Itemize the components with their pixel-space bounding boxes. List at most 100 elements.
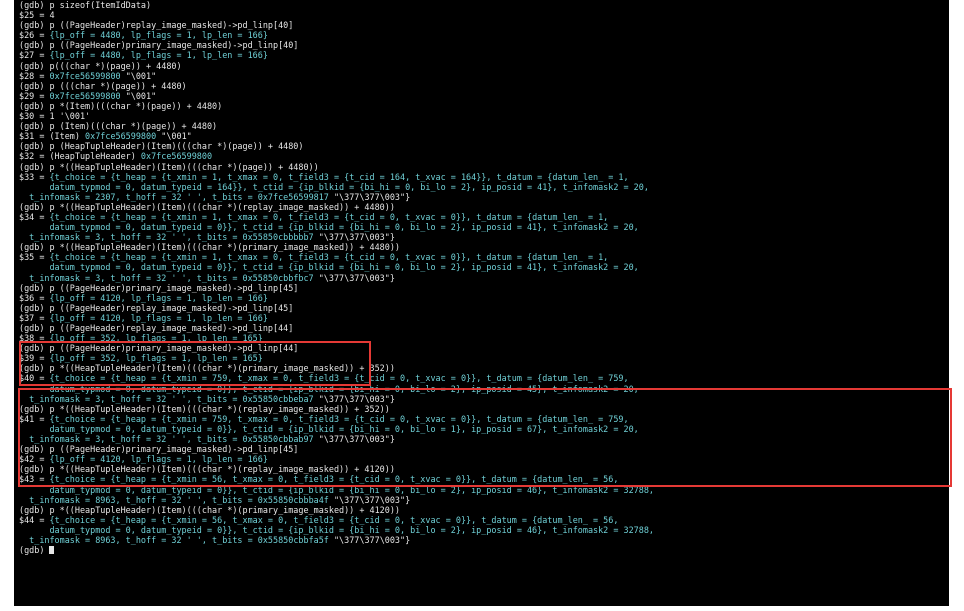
terminal-line: datum_typmod = 0, datum_typeid = 0}}, t_… xyxy=(19,262,949,272)
value-text: {t_choice = {t_heap = {t_xmin = 759, t_x… xyxy=(49,373,629,384)
value-text: {t_choice = {t_heap = {t_xmin = 56, t_xm… xyxy=(49,514,619,525)
terminal-line: t_infomask = 3, t_hoff = 32 ' ', t_bits … xyxy=(19,394,949,404)
command-text: (gdb) p *((HeapTupleHeader)(Item)(((char… xyxy=(19,242,400,253)
terminal-line: $33 = {t_choice = {t_heap = {t_xmin = 1,… xyxy=(19,172,949,182)
terminal-line: t_infomask = 3, t_hoff = 32 ' ', t_bits … xyxy=(19,232,949,242)
value-text: 0x7fce56599800 xyxy=(49,70,121,81)
value-text: datum_typmod = 0, datum_typeid = 0}}, t_… xyxy=(19,222,639,233)
command-text: "\377\377\003"} xyxy=(313,393,395,404)
value-text: t_infomask = 2307, t_hoff = 32 ' ', t_bi… xyxy=(19,191,258,202)
command-text: (gdb) p ((PageHeader)replay_image_masked… xyxy=(19,323,294,333)
terminal-line: $32 = (HeapTupleHeader) 0x7fce56599800 xyxy=(19,151,949,161)
terminal-line: (gdb) p ((PageHeader)replay_image_masked… xyxy=(19,20,949,30)
terminal-line: (gdb) p ((PageHeader)replay_image_masked… xyxy=(19,303,949,313)
terminal-line: datum_typmod = 0, datum_typeid = 0}}, t_… xyxy=(19,424,949,434)
terminal-line: (gdb) p *((HeapTupleHeader)(Item)(((char… xyxy=(19,505,949,515)
value-text: t_infomask = 3, t_hoff = 32 ' ', t_bits … xyxy=(19,232,243,243)
terminal-output: (gdb) p sizeof(ItemIdData) $25 = 4 (gdb) p… xyxy=(19,0,949,545)
command-text: (gdb) p (Item)(((char *)(page)) + 4480) xyxy=(19,121,218,132)
command-text: "\377\377\003"} xyxy=(328,534,411,545)
value-text: {lp_off = 4120, lp_flags = 1, lp_len = 1… xyxy=(49,312,268,323)
value-text: 0x55850cbbfa5f xyxy=(257,534,329,545)
terminal-line: (gdb) p sizeof(ItemIdData) xyxy=(19,0,949,10)
terminal-line: $43 = {t_choice = {t_heap = {t_xmin = 56… xyxy=(19,474,949,484)
command-text: $31 = (Item) xyxy=(19,131,86,142)
terminal-line: (gdb) p *((HeapTupleHeader)(Item)(((char… xyxy=(19,464,949,474)
terminal-line: (gdb) p (HeapTupleHeader)(Item)(((char *… xyxy=(19,141,949,151)
terminal-line: (gdb) p *((HeapTupleHeader)(Item)(((char… xyxy=(19,242,949,252)
command-text: $30 = 1 '\001' xyxy=(19,111,91,122)
command-text: "\001" xyxy=(120,70,157,81)
command-text: "\377\377\003"} xyxy=(313,272,395,283)
terminal-line: t_infomask = 8963, t_hoff = 32 ' ', t_bi… xyxy=(19,535,949,545)
command-text: "\377\377\003"} xyxy=(313,232,395,243)
command-text: $25 = 4 xyxy=(19,10,55,21)
value-text: datum_typmod = 0, datum_typeid = 0}}, t_… xyxy=(19,524,654,535)
command-text: (gdb) p (HeapTupleHeader)(Item)(((char *… xyxy=(19,141,304,152)
value-text: t_infomask = 8963, t_hoff = 32 ' ', t_bi… xyxy=(19,534,258,545)
value-text: t_infomask = 3, t_hoff = 32 ' ', t_bits … xyxy=(19,434,243,445)
terminal-line: $44 = {t_choice = {t_heap = {t_xmin = 56… xyxy=(19,515,949,525)
command-text: (gdb) p *(Item)(((char *)(page)) + 4480) xyxy=(19,100,223,111)
command-text: $27 = xyxy=(19,50,50,61)
terminal-line: datum_typmod = 0, datum_typeid = 0}}, t_… xyxy=(19,384,949,394)
value-text: datum_typmod = 0, datum_typeid = 0}}, t_… xyxy=(19,484,654,495)
gdb-prompt: (gdb) xyxy=(19,545,50,556)
value-text: 0x7fce56599817 xyxy=(257,191,329,202)
terminal-line: (gdb) p (Item)(((char *)(page)) + 4480) xyxy=(19,121,949,131)
value-text: 0x55850cbbeba7 xyxy=(242,393,314,404)
value-text: datum_typmod = 0, datum_typeid = 0}}, t_… xyxy=(19,383,639,394)
command-text: $26 = xyxy=(19,30,50,41)
terminal-line: t_infomask = 8963, t_hoff = 32 ' ', t_bi… xyxy=(19,495,949,505)
terminal-line: $34 = {t_choice = {t_heap = {t_xmin = 1,… xyxy=(19,212,949,222)
command-text: (gdb) p(((char *)(page)) + 4480) xyxy=(19,60,182,71)
value-text: {t_choice = {t_heap = {t_xmin = 759, t_x… xyxy=(49,413,629,424)
value-text: 0x7fce56599800 xyxy=(49,90,121,101)
command-text: "\377\377\003"} xyxy=(328,191,411,202)
terminal-line: t_infomask = 3, t_hoff = 32 ' ', t_bits … xyxy=(19,434,949,444)
value-text: datum_typmod = 0, datum_typeid = 0}}, t_… xyxy=(19,423,639,434)
value-text: 0x55850cbbbbb7 xyxy=(242,232,314,243)
command-text: (gdb) p *((HeapTupleHeader)(Item)(((char… xyxy=(19,201,395,212)
value-text: 0x7fce56599800 xyxy=(85,131,157,142)
terminal-line: $40 = {t_choice = {t_heap = {t_xmin = 75… xyxy=(19,373,949,383)
terminal-line: $41 = {t_choice = {t_heap = {t_xmin = 75… xyxy=(19,414,949,424)
terminal-line: (gdb) p ((PageHeader)primary_image_maske… xyxy=(19,283,949,293)
gdb-prompt-line[interactable]: (gdb) xyxy=(19,545,949,555)
terminal-line: $28 = 0x7fce56599800 "\001" xyxy=(19,71,949,81)
command-text: $37 = xyxy=(19,312,50,323)
terminal-line: (gdb) p *((HeapTupleHeader)(Item)(((char… xyxy=(19,404,949,414)
command-text: (gdb) p sizeof(ItemIdData) xyxy=(19,0,152,10)
value-text: t_infomask = 3, t_hoff = 32 ' ', t_bits … xyxy=(19,272,243,283)
value-text: datum_typmod = 0, datum_typeid = 0}}, t_… xyxy=(19,262,639,273)
command-text: (gdb) p *((HeapTupleHeader)(Item)(((char… xyxy=(19,504,400,515)
terminal-line: (gdb) p ((PageHeader)replay_image_masked… xyxy=(19,323,949,333)
gdb-terminal[interactable]: (gdb) p sizeof(ItemIdData) $25 = 4 (gdb) p… xyxy=(14,0,949,606)
value-text: 0x55850cbbab97 xyxy=(242,434,314,445)
command-text: $36 = xyxy=(19,292,50,303)
command-text: $43 = xyxy=(19,474,50,485)
command-text: $34 = xyxy=(19,211,50,222)
terminal-line: $38 = {lp_off = 352, lp_flags = 1, lp_le… xyxy=(19,333,949,343)
command-text: (gdb) p ((PageHeader)primary_image_maske… xyxy=(19,343,299,354)
command-text: "\377\377\003"} xyxy=(328,494,411,505)
command-text: (gdb) p *((HeapTupleHeader)(Item)(((char… xyxy=(19,161,319,172)
command-text: (gdb) p ((PageHeader)replay_image_masked… xyxy=(19,20,294,31)
command-text: (gdb) p *((HeapTupleHeader)(Item)(((char… xyxy=(19,464,395,475)
command-text: (gdb) p (((char *)(page)) + 4480) xyxy=(19,80,187,91)
command-text: $41 = xyxy=(19,413,50,424)
terminal-line: (gdb) p *((HeapTupleHeader)(Item)(((char… xyxy=(19,202,949,212)
value-text: 0x55850cbbfbc7 xyxy=(242,272,314,283)
terminal-line: datum_typmod = 0, datum_typeid = 0}}, t_… xyxy=(19,222,949,232)
terminal-line: $31 = (Item) 0x7fce56599800 "\001" xyxy=(19,131,949,141)
command-text: $29 = xyxy=(19,90,50,101)
value-text: datum_typmod = 0, datum_typeid = 164}}, … xyxy=(19,181,649,192)
value-text: {lp_off = 4480, lp_flags = 1, lp_len = 1… xyxy=(49,50,268,61)
value-text: {lp_off = 352, lp_flags = 1, lp_len = 16… xyxy=(49,333,263,344)
terminal-line: $36 = {lp_off = 4120, lp_flags = 1, lp_l… xyxy=(19,293,949,303)
command-text: $40 = xyxy=(19,373,50,384)
terminal-line: $27 = {lp_off = 4480, lp_flags = 1, lp_l… xyxy=(19,50,949,60)
command-text: "\001" xyxy=(156,131,192,142)
terminal-line: (gdb) p(((char *)(page)) + 4480) xyxy=(19,61,949,71)
terminal-line: (gdb) p ((PageHeader)primary_image_maske… xyxy=(19,343,949,353)
